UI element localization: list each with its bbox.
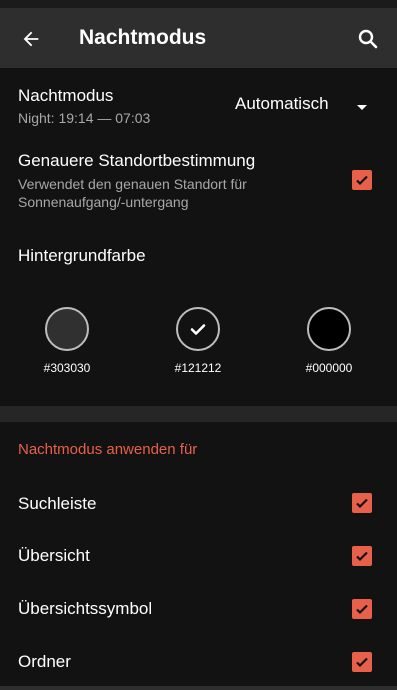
apply-item-label: Übersicht	[18, 546, 90, 565]
check-icon	[356, 604, 368, 615]
night-mode-dropdown-value: Automatisch	[235, 94, 329, 113]
precise-location-setting[interactable]: Genauere Standortbestimmung Verwendet de…	[0, 138, 397, 218]
folder-checkbox[interactable]	[352, 652, 372, 672]
apply-item-label: Ordner	[18, 652, 71, 671]
overview-icon-checkbox[interactable]	[352, 599, 372, 619]
night-mode-setting[interactable]: Nachtmodus Night: 19:14 — 07:03 Automati…	[0, 68, 397, 138]
back-arrow-icon[interactable]	[16, 24, 46, 54]
apply-item-overview[interactable]: Übersicht	[0, 530, 397, 582]
bottom-edge	[0, 686, 397, 690]
apply-item-folder[interactable]: Ordner	[0, 636, 397, 688]
apply-item-label: Suchleiste	[18, 494, 97, 513]
overview-checkbox[interactable]	[352, 546, 372, 566]
swatch-121212[interactable]	[176, 307, 220, 351]
apply-item-overview-icon[interactable]: Übersichtssymbol	[0, 583, 397, 635]
night-mode-dropdown[interactable]: Automatisch	[235, 94, 329, 114]
swatch-303030[interactable]	[45, 307, 89, 351]
precise-location-description: Verwendet den genauen Standort für Sonne…	[18, 176, 247, 210]
search-bar-checkbox[interactable]	[352, 493, 372, 513]
caret-down-icon[interactable]	[356, 99, 368, 117]
apply-section-header: Nachtmodus anwenden für	[18, 441, 198, 458]
background-color-label: Hintergrundfarbe	[18, 246, 146, 265]
night-mode-schedule: Night: 19:14 — 07:03	[18, 110, 151, 126]
check-icon	[356, 175, 368, 186]
swatch-label-303030: #303030	[43, 361, 91, 375]
swatch-000000[interactable]	[307, 307, 351, 351]
check-icon	[190, 324, 206, 335]
check-icon	[356, 657, 368, 668]
section-divider	[0, 406, 397, 422]
page-title: Nachtmodus	[79, 26, 207, 49]
check-icon	[356, 551, 368, 562]
precise-location-label: Genauere Standortbestimmung	[18, 151, 256, 170]
apply-item-search-bar[interactable]: Suchleiste	[0, 478, 397, 530]
check-icon	[356, 498, 368, 509]
swatch-label-121212: #121212	[174, 361, 222, 375]
precise-location-checkbox[interactable]	[352, 170, 372, 190]
swatch-label-000000: #000000	[305, 361, 353, 375]
search-icon[interactable]	[353, 24, 383, 54]
status-bar	[0, 0, 397, 8]
app-bar: Nachtmodus	[0, 8, 397, 68]
night-mode-label: Nachtmodus	[18, 86, 114, 105]
apply-item-label: Übersichtssymbol	[18, 599, 153, 618]
